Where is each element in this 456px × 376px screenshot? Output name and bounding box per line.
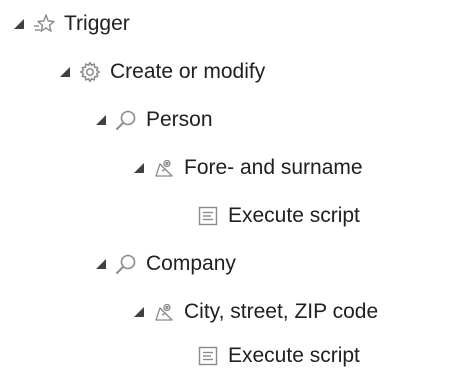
tree-node-label: Person xyxy=(146,108,213,131)
tree-node-fore-and-surname[interactable]: Fore- and surname xyxy=(132,146,363,190)
collapse-toggle[interactable] xyxy=(94,257,108,271)
tree-node-label: Create or modify xyxy=(110,60,266,83)
collapse-toggle[interactable] xyxy=(12,17,26,31)
tree-node-company[interactable]: Company xyxy=(94,242,236,286)
field-mapping-icon xyxy=(152,300,176,324)
tree-node-label: Execute script xyxy=(228,204,360,227)
search-icon xyxy=(114,108,138,132)
tree-node-company-execute-script[interactable]: Execute script xyxy=(176,334,360,376)
workflow-tree: Trigger Create or modify Person Fore- an… xyxy=(0,0,456,376)
search-icon xyxy=(114,252,138,276)
tree-node-person-execute-script[interactable]: Execute script xyxy=(176,194,360,238)
collapse-toggle[interactable] xyxy=(58,65,72,79)
collapse-toggle[interactable] xyxy=(132,305,146,319)
tree-node-label: Fore- and surname xyxy=(184,156,363,179)
collapse-toggle[interactable] xyxy=(132,161,146,175)
tree-node-create-or-modify[interactable]: Create or modify xyxy=(58,50,265,94)
tree-node-label: Execute script xyxy=(228,344,360,367)
script-icon xyxy=(196,204,220,228)
tree-node-label: City, street, ZIP code xyxy=(184,300,379,323)
tree-node-label: Company xyxy=(146,252,236,275)
script-icon xyxy=(196,344,220,368)
field-mapping-icon xyxy=(152,156,176,180)
tree-node-trigger[interactable]: Trigger xyxy=(12,2,130,46)
tree-node-city-street-zip[interactable]: City, street, ZIP code xyxy=(132,290,378,334)
trigger-star-icon xyxy=(32,12,56,36)
tree-node-person[interactable]: Person xyxy=(94,98,213,142)
collapse-toggle[interactable] xyxy=(94,113,108,127)
gear-icon xyxy=(78,60,102,84)
tree-node-label: Trigger xyxy=(64,12,130,35)
